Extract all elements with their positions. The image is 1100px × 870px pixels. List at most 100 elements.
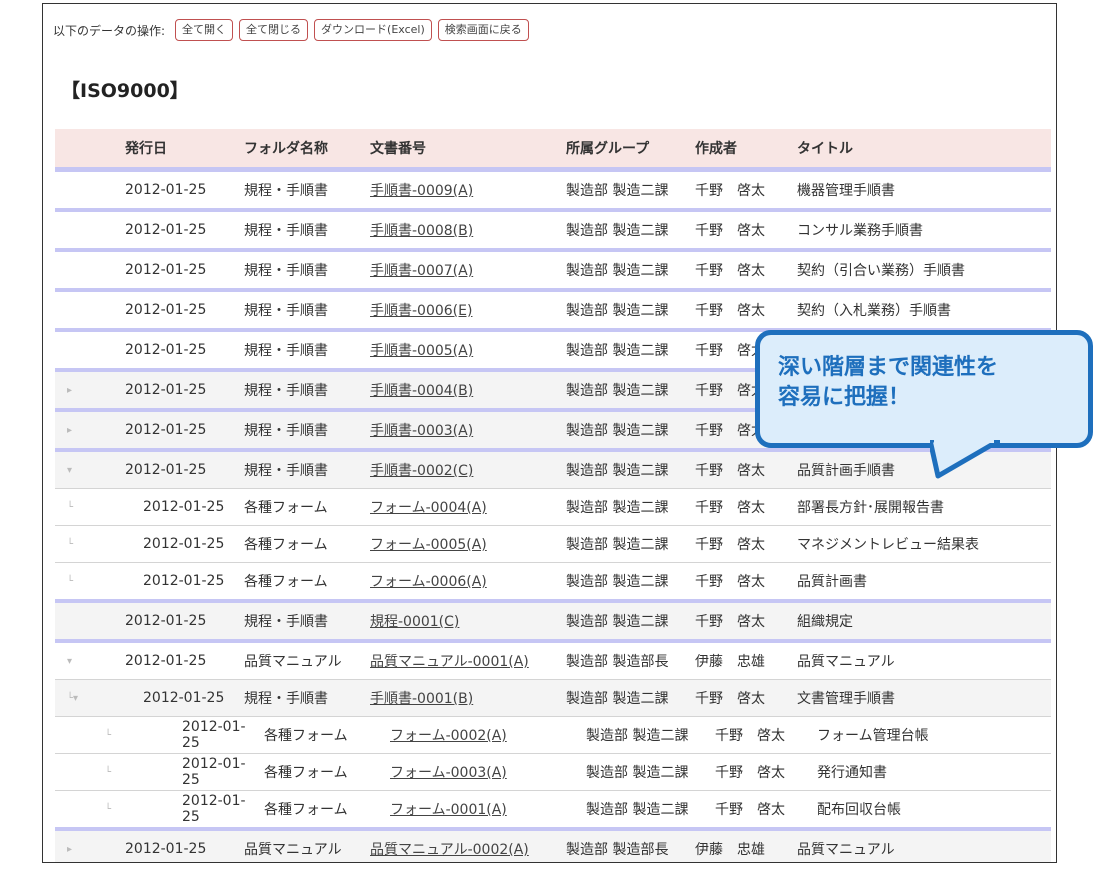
table-row[interactable]: └ 2012-01-25 各種フォーム フォーム-0006(A) 製造部 製造二… [55,562,1051,599]
expand-toggle-icon[interactable]: ▸ [55,844,85,855]
tree-branch-icon: └ [105,803,112,815]
document-number-link[interactable]: フォーム-0002(A) [390,728,507,744]
issue-date: 2012-01-25 [125,342,207,358]
issue-date: 2012-01-25 [143,499,225,515]
collapse-toggle-icon[interactable]: ▾ [55,465,85,476]
document-number-link[interactable]: 手順書-0001(B) [370,691,473,707]
table-row[interactable]: └ 2012-01-25 各種フォーム フォーム-0001(A) 製造部 製造二… [55,790,1051,827]
document-number-link[interactable]: フォーム-0001(A) [390,802,507,818]
issue-date: 2012-01-25 [143,573,225,589]
author-name: 千野 啓太 [715,802,785,818]
callout-line-1: 深い階層まで関連性を [778,355,999,380]
issue-date: 2012-01-25 [125,182,207,198]
document-number-link[interactable]: 手順書-0005(A) [370,343,473,359]
document-number-link[interactable]: フォーム-0005(A) [370,537,487,553]
table-row[interactable]: ▸ 2012-01-25 品質マニュアル 品質マニュアル-0002(A) 製造部… [55,827,1051,862]
issue-date: 2012-01-25 [182,756,246,788]
download-excel-button[interactable]: ダウンロード(Excel) [314,19,432,41]
issue-date: 2012-01-25 [125,382,207,398]
collapse-toggle-icon[interactable]: ▾ [55,656,85,667]
table-row[interactable]: └ 2012-01-25 各種フォーム フォーム-0005(A) 製造部 製造二… [55,525,1051,562]
tree-branch-collapse-icon[interactable]: └▾ [55,693,85,704]
group-name: 製造部 製造二課 [566,263,669,279]
table-row[interactable]: ▾ 2012-01-25 品質マニュアル 品質マニュアル-0001(A) 製造部… [55,639,1051,679]
document-number-link[interactable]: 規程-0001(C) [370,614,459,630]
header-document-number[interactable]: 文書番号 [362,138,558,158]
document-table: 発行日 フォルダ名称 文書番号 所属グループ 作成者 タイトル 2012-01-… [55,129,1051,862]
folder-name: 各種フォーム [244,537,328,553]
operations-bar: 以下のデータの操作: 全て開く 全て閉じる ダウンロード(Excel) 検索画面… [53,18,529,42]
expand-toggle-icon[interactable]: ▸ [55,425,85,436]
folder-name: 各種フォーム [244,574,328,590]
author-name: 千野 啓太 [695,614,765,630]
back-to-search-button[interactable]: 検索画面に戻る [437,19,529,41]
author-name: 千野 啓太 [715,765,785,781]
group-name: 製造部 製造二課 [566,691,669,707]
issue-date: 2012-01-25 [182,793,246,825]
author-name: 千野 啓太 [695,463,765,479]
table-row[interactable]: └ 2012-01-25 各種フォーム フォーム-0004(A) 製造部 製造二… [55,488,1051,525]
tree-branch-icon: └ [67,501,74,513]
table-row[interactable]: 2012-01-25 規程・手順書 手順書-0008(B) 製造部 製造二課 千… [55,208,1051,248]
folder-name: 品質マニュアル [244,842,342,858]
document-title: 契約（引合い業務）手順書 [797,263,965,279]
document-number-link[interactable]: 手順書-0008(B) [370,223,473,239]
operations-label: 以下のデータの操作: [53,23,166,38]
folder-name: 各種フォーム [244,500,328,516]
tree-branch-icon: └ [105,766,112,778]
group-name: 製造部 製造部長 [566,842,669,858]
document-title: 配布回収台帳 [817,802,901,818]
group-name: 製造部 製造二課 [566,383,669,399]
folder-name: 規程・手順書 [244,614,328,630]
document-number-link[interactable]: フォーム-0003(A) [390,765,507,781]
table-row[interactable]: 2012-01-25 規程・手順書 手順書-0006(E) 製造部 製造二課 千… [55,288,1051,328]
document-number-link[interactable]: 手順書-0006(E) [370,303,472,319]
table-row[interactable]: └ 2012-01-25 各種フォーム フォーム-0002(A) 製造部 製造二… [55,716,1051,753]
author-name: 千野 啓太 [695,537,765,553]
group-name: 製造部 製造二課 [566,303,669,319]
header-issue-date[interactable]: 発行日 [85,138,230,158]
document-number-link[interactable]: 品質マニュアル-0001(A) [370,654,529,670]
document-number-link[interactable]: 手順書-0009(A) [370,183,473,199]
document-number-link[interactable]: フォーム-0006(A) [370,574,487,590]
folder-name: 規程・手順書 [244,423,328,439]
document-number-link[interactable]: 品質マニュアル-0002(A) [370,842,529,858]
issue-date: 2012-01-25 [143,536,225,552]
issue-date: 2012-01-25 [125,302,207,318]
folder-name: 規程・手順書 [244,183,328,199]
author-name: 千野 啓太 [695,303,765,319]
issue-date: 2012-01-25 [125,222,207,238]
document-number-link[interactable]: フォーム-0004(A) [370,500,487,516]
section-title: 【ISO9000】 [61,80,189,102]
group-name: 製造部 製造二課 [566,423,669,439]
header-author[interactable]: 作成者 [695,138,797,158]
author-name: 伊藤 忠雄 [695,654,765,670]
document-number-link[interactable]: 手順書-0007(A) [370,263,473,279]
table-row[interactable]: └▾ 2012-01-25 規程・手順書 手順書-0001(B) 製造部 製造二… [55,679,1051,716]
document-title: 契約（入札業務）手順書 [797,303,951,319]
author-name: 千野 啓太 [695,263,765,279]
document-title: 品質計画手順書 [797,463,895,479]
tree-branch-icon: └ [67,575,74,587]
header-title[interactable]: タイトル [797,138,1051,158]
table-row[interactable]: ▾ 2012-01-25 規程・手順書 手順書-0002(C) 製造部 製造二課… [55,448,1051,488]
callout-line-2: 容易に把握！ [778,385,911,410]
collapse-all-button[interactable]: 全て閉じる [239,19,309,41]
document-title: 部署長方針･展開報告書 [797,500,944,516]
table-row[interactable]: └ 2012-01-25 各種フォーム フォーム-0003(A) 製造部 製造二… [55,753,1051,790]
document-number-link[interactable]: 手順書-0002(C) [370,463,473,479]
document-title: マネジメントレビュー結果表 [797,537,979,553]
expand-all-button[interactable]: 全て開く [175,19,234,41]
table-row[interactable]: 2012-01-25 規程・手順書 手順書-0007(A) 製造部 製造二課 千… [55,248,1051,288]
document-number-link[interactable]: 手順書-0004(B) [370,383,473,399]
expand-toggle-icon[interactable]: ▸ [55,385,85,396]
table-row[interactable]: 2012-01-25 規程・手順書 手順書-0009(A) 製造部 製造二課 千… [55,167,1051,208]
document-number-link[interactable]: 手順書-0003(A) [370,423,473,439]
table-row[interactable]: 2012-01-25 規程・手順書 規程-0001(C) 製造部 製造二課 千野… [55,599,1051,639]
group-name: 製造部 製造二課 [566,574,669,590]
folder-name: 規程・手順書 [244,691,328,707]
header-group[interactable]: 所属グループ [558,138,695,158]
header-folder-name[interactable]: フォルダ名称 [230,138,362,158]
folder-name: 各種フォーム [264,802,348,818]
callout-tail-icon [930,440,1000,479]
